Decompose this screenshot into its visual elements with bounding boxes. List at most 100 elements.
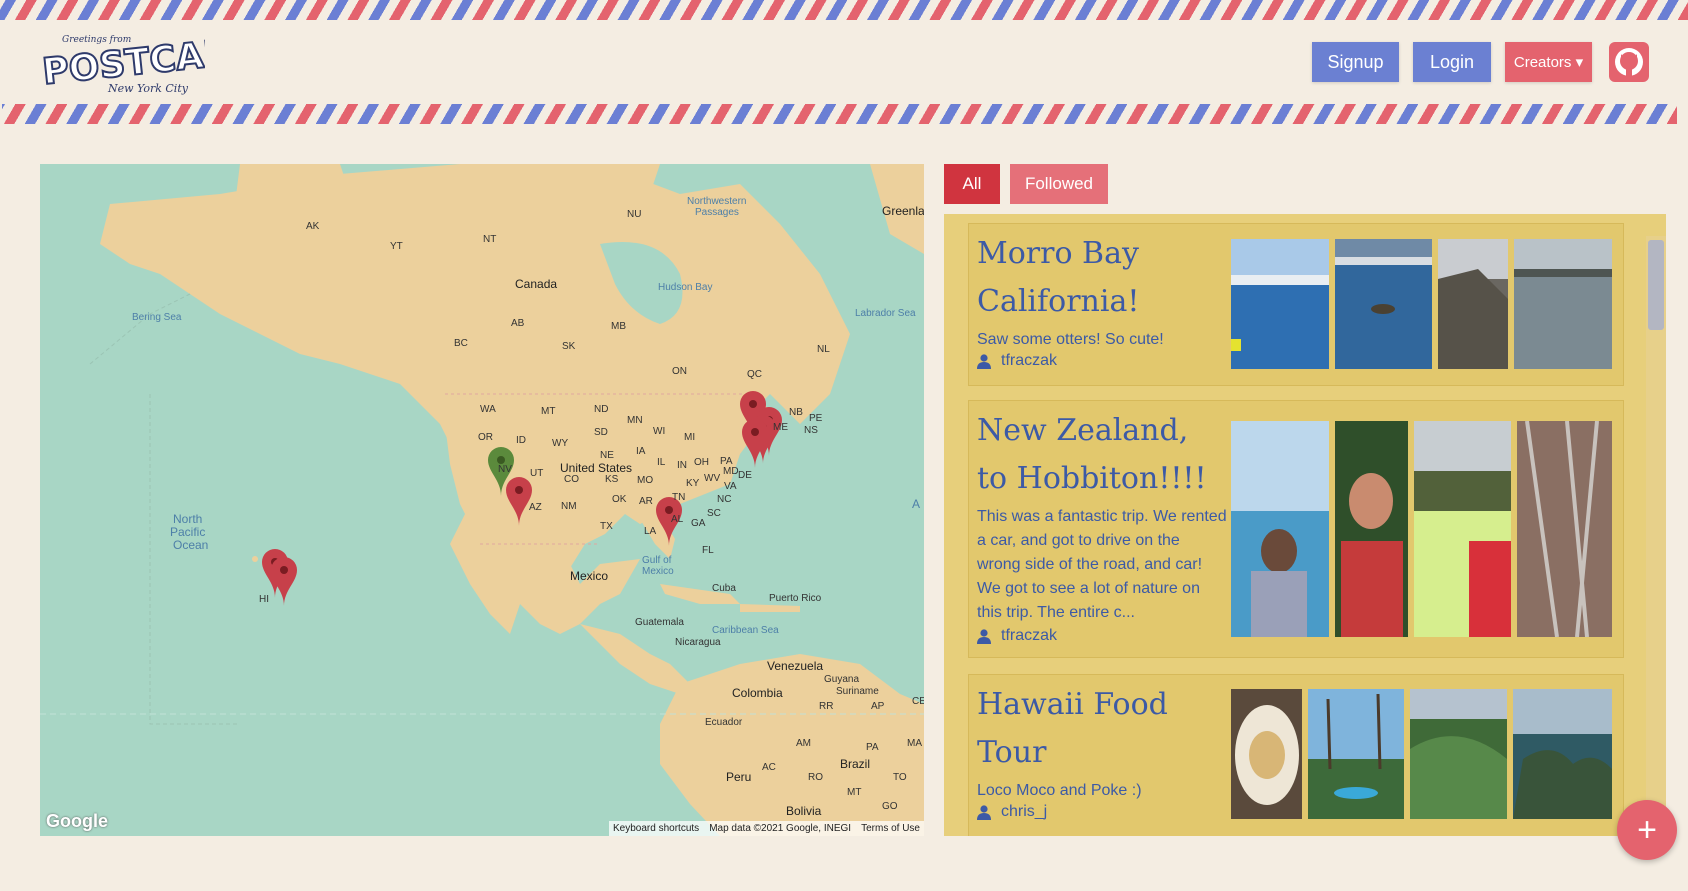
postcard-card[interactable]: Morro Bay California! Saw some otters! S… — [968, 223, 1624, 386]
map-label: SK — [562, 341, 576, 352]
map-label: MT — [541, 406, 556, 417]
map-label: North — [173, 512, 203, 526]
tab-followed[interactable]: Followed — [1010, 164, 1108, 204]
card-photo[interactable] — [1410, 689, 1507, 819]
airmail-border-top — [0, 0, 1688, 20]
card-description: This was a fantastic trip. We rented a c… — [977, 508, 1227, 621]
card-photo[interactable] — [1517, 421, 1612, 637]
card-author[interactable]: chris_j — [977, 803, 1047, 821]
card-author-name: tfraczak — [1001, 352, 1058, 369]
map-label: Colombia — [732, 686, 783, 700]
map-label: SD — [594, 427, 608, 438]
postcard-logo[interactable]: Greetings from POSTCARD New York City — [40, 28, 264, 96]
map-label: AP — [871, 701, 885, 712]
map-label: NT — [483, 234, 497, 245]
map-label: RO — [808, 772, 823, 783]
feed-scrollbar-thumb[interactable] — [1648, 240, 1664, 330]
map-label: LA — [644, 526, 657, 537]
map-label: NM — [561, 501, 577, 512]
map-marker[interactable] — [742, 419, 768, 468]
map-label: Mexico — [570, 569, 609, 583]
card-photo[interactable] — [1514, 239, 1612, 369]
map-label: Nicaragua — [675, 637, 721, 648]
map-label: NC — [717, 494, 732, 505]
postcard-card[interactable]: Hawaii Food Tour Loco Moco and Poke :) c… — [968, 674, 1624, 836]
card-title[interactable]: Hawaii Food Tour — [977, 681, 1227, 777]
user-icon — [977, 628, 991, 644]
map-label: DE — [738, 470, 752, 481]
map-label: NS — [804, 425, 818, 436]
postcard-feed[interactable]: Morro Bay California! Saw some otters! S… — [944, 214, 1666, 836]
map-attribution: Keyboard shortcuts Map data ©2021 Google… — [609, 821, 924, 836]
map-label: Puerto Rico — [769, 593, 822, 604]
map-label: AL — [671, 514, 684, 525]
add-postcard-button[interactable]: + — [1617, 800, 1677, 860]
signup-button[interactable]: Signup — [1312, 42, 1399, 82]
postcard-card[interactable]: New Zealand, to Hobbiton!!!! This was a … — [968, 400, 1624, 658]
map-label: Bering Sea — [132, 312, 182, 323]
card-photo[interactable] — [1438, 239, 1508, 369]
card-photo[interactable] — [1414, 421, 1511, 637]
map-label: Greenlar — [882, 204, 924, 218]
map-label: OR — [478, 432, 493, 443]
map-label: MI — [684, 432, 696, 443]
map-label: MN — [627, 415, 643, 426]
map-label: Labrador Sea — [855, 308, 916, 319]
map-label: AK — [306, 221, 320, 232]
map-canvas — [40, 164, 924, 836]
google-logo: Google — [46, 811, 108, 831]
map-label: MO — [637, 475, 654, 486]
map-label: BC — [454, 338, 468, 349]
card-photo[interactable] — [1308, 689, 1404, 819]
card-photo[interactable] — [1513, 689, 1612, 819]
card-title[interactable]: Morro Bay California! — [977, 230, 1227, 326]
map-label: Pacific — [170, 525, 206, 539]
map-marker[interactable] — [271, 557, 297, 606]
map-label: PE — [809, 413, 823, 424]
login-button[interactable]: Login — [1413, 42, 1491, 82]
map-label: Mexico — [642, 566, 674, 577]
map-label: NU — [627, 209, 642, 220]
map-label: AM — [796, 738, 811, 749]
card-author[interactable]: tfraczak — [977, 627, 1057, 645]
card-photo[interactable] — [1335, 239, 1432, 369]
map-label: KS — [605, 474, 619, 485]
map-data-text: Map data ©2021 Google, INEGI — [709, 823, 852, 834]
map-label: Canada — [515, 277, 558, 291]
tab-all[interactable]: All — [944, 164, 1000, 204]
map-label: Gulf of — [642, 555, 672, 566]
card-photo[interactable] — [1231, 689, 1302, 819]
github-icon — [1615, 48, 1643, 76]
map-label: Cuba — [712, 583, 736, 594]
map-label: YT — [390, 241, 403, 252]
map-label: CE — [912, 696, 924, 707]
map-label: IL — [657, 457, 666, 468]
terms-of-use-link[interactable]: Terms of Use — [861, 823, 920, 834]
card-photo[interactable] — [1335, 421, 1408, 637]
card-photo[interactable] — [1231, 421, 1329, 637]
creators-dropdown-button[interactable]: Creators ▾ — [1505, 42, 1592, 82]
airmail-border-bottom — [2, 104, 1677, 124]
card-author[interactable]: tfraczak — [977, 352, 1057, 370]
map-label: Ocean — [173, 538, 209, 552]
github-link[interactable] — [1609, 42, 1649, 82]
map-label: AC — [762, 762, 776, 773]
map-label: RR — [819, 701, 834, 712]
map-label: WV — [704, 473, 721, 484]
map-label: Northwestern — [687, 196, 747, 207]
map-label: WY — [552, 438, 569, 449]
card-title[interactable]: New Zealand, to Hobbiton!!!! — [977, 407, 1227, 503]
map-label: UT — [530, 468, 544, 479]
map-label: Hudson Bay — [658, 282, 713, 293]
user-icon — [977, 353, 991, 369]
map-label: NE — [600, 450, 614, 461]
card-photo[interactable] — [1231, 239, 1329, 369]
map-view[interactable]: Greenlar Northwestern Passages Canada Hu… — [40, 164, 924, 836]
map-label: IA — [636, 446, 646, 457]
map-label: CO — [564, 474, 579, 485]
map-label: WA — [480, 404, 496, 415]
map-label: TX — [600, 521, 613, 532]
card-description: Loco Moco and Poke :) — [977, 782, 1142, 799]
keyboard-shortcuts-link[interactable]: Keyboard shortcuts — [613, 823, 699, 834]
map-label: A — [912, 497, 921, 511]
